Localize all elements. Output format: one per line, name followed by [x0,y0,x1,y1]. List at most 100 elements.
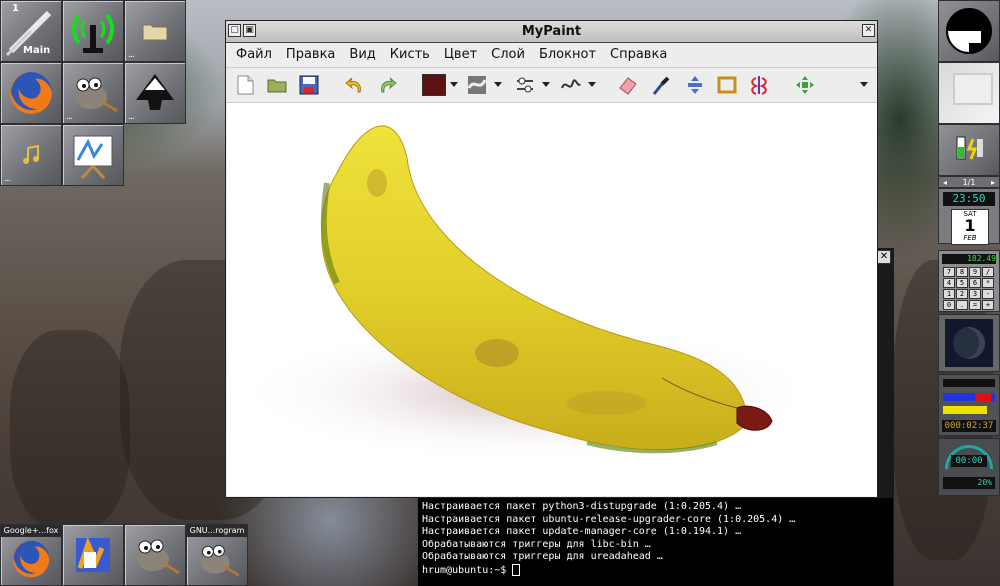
background-window-close-button[interactable]: ✕ [877,250,891,264]
firefox-icon [12,540,50,577]
calc-key[interactable]: * [982,278,994,288]
line-mode-dropdown-icon[interactable] [588,82,596,87]
pan-icon[interactable] [684,74,706,96]
title-bar[interactable]: ▢ ▣ MyPaint ✕ [226,21,877,43]
undo-icon[interactable] [344,74,366,96]
pager[interactable]: ◂ 1/1 ▸ [938,176,1000,188]
dock-calculator[interactable]: 182.49 7 8 9/ 4 5 6 * 1 2 3- 0. = + [938,250,1000,312]
firefox-launcher[interactable] [0,62,62,124]
meter-time: 00:00 [951,455,987,467]
menu-view[interactable]: Вид [342,43,382,67]
network-tile[interactable] [62,0,124,62]
calc-key[interactable]: 3 [969,289,981,299]
menu-edit[interactable]: Правка [279,43,342,67]
line-mode-icon[interactable] [560,74,582,96]
pager-prev-icon[interactable]: ◂ [943,177,947,188]
music-launcher[interactable]: ... [0,124,62,186]
dock-clock: 23:50 SAT 1 FEB [938,188,1000,245]
moon-panel [945,319,993,367]
folder-tile[interactable]: ... [124,0,186,62]
dock-desktop-tile[interactable] [938,62,1000,124]
terminal-prompt-line[interactable]: hrum@ubuntu:~$ [418,563,893,578]
save-icon[interactable] [298,74,320,96]
brush-dropdown-icon[interactable] [494,82,502,87]
gimp-window-icon[interactable] [124,524,186,586]
mypaint-launcher[interactable] [62,124,124,186]
pager-next-icon[interactable]: ▸ [991,177,995,188]
calc-key[interactable]: - [982,289,994,299]
frame-icon[interactable] [716,74,738,96]
menu-bar: Файл Правка Вид Кисть Цвет Слой Блокнот Справка [226,43,877,68]
color-swatch-icon[interactable] [422,74,446,96]
terminal-window[interactable]: Настраивается пакет python3-distupgrade … [418,498,893,586]
calc-display: 182.49 [942,254,996,264]
calendar-icon: SAT 1 FEB [951,209,989,245]
calc-key[interactable]: 8 [956,267,968,277]
menu-color[interactable]: Цвет [437,43,484,67]
calc-key[interactable]: 9 [969,267,981,277]
modifiers-dropdown-icon[interactable] [542,82,550,87]
color-dropdown-icon[interactable] [450,82,458,87]
menu-help[interactable]: Справка [603,43,674,67]
gimp-icon [137,539,180,575]
calc-key[interactable]: 7 [943,267,955,277]
window-title: MyPaint [521,24,582,39]
terminal-line: Настраивается пакет python3-distupgrade … [422,501,742,512]
menu-brush[interactable]: Кисть [383,43,437,67]
moon-icon [953,327,985,359]
calc-key[interactable]: 0 [943,300,955,310]
calc-key[interactable]: 2 [956,289,968,299]
brush-icon[interactable] [466,74,488,96]
dock-battery-tile[interactable] [938,124,1000,176]
drawing-canvas[interactable] [227,103,877,496]
bar-blue [943,393,995,401]
calc-keypad[interactable]: 7 8 9/ 4 5 6 * 1 2 3- 0. = + [943,267,997,310]
brush-modifiers-icon[interactable] [514,74,536,96]
wireless-antenna-icon [71,13,115,53]
view-icon[interactable] [794,74,816,96]
firefox-window-icon[interactable]: Google+...fox [0,524,62,586]
timer-display: 000:02:37 [942,420,996,432]
dock-timer: 000:02:37 [938,374,1000,436]
open-folder-icon[interactable] [266,74,288,96]
calc-key[interactable]: 6 [969,278,981,288]
window-title: Google+...fox [1,525,61,537]
calc-key[interactable]: / [982,267,994,277]
eraser-icon[interactable] [616,74,638,96]
calc-key[interactable]: 4 [943,278,955,288]
toolbar-overflow-icon[interactable] [860,82,868,87]
menu-scratchpad[interactable]: Блокнот [532,43,603,67]
pager-label: 1/1 [962,178,976,187]
battery-icon [956,136,983,160]
terminal-line: Обрабатываются триггеры для ureadahead … [422,551,663,562]
terminal-cursor [512,563,521,576]
inkscape-launcher[interactable]: ... [124,62,186,124]
clock-time: 23:50 [943,192,995,206]
clock-month: FEB [963,234,977,242]
terminal-line: Настраивается пакет ubuntu-release-upgra… [422,513,796,525]
system-monitor-launcher[interactable] [62,524,124,586]
music-note-icon [23,145,39,164]
calc-key[interactable]: . [956,300,968,310]
calc-key[interactable]: 1 [943,289,955,299]
redo-icon[interactable] [376,74,398,96]
menu-layer[interactable]: Слой [484,43,532,67]
calc-key[interactable]: + [982,300,994,310]
screen-preview-icon [953,73,993,105]
workspace-clip[interactable]: 1 Main [0,0,62,62]
symmetry-icon[interactable] [748,74,770,96]
meter-percent: 20% [943,477,995,489]
bar-yellow [943,406,987,414]
banana-painting [237,125,817,463]
close-button[interactable]: ✕ [862,24,875,37]
wm-settings-icon [76,537,110,572]
gimp-launcher[interactable]: ... [62,62,124,124]
new-document-icon[interactable] [234,74,256,96]
gimp-program-window-icon[interactable]: GNU...rogram [186,524,248,586]
menu-file[interactable]: Файл [226,43,279,67]
dock-main-tile[interactable] [938,0,1000,62]
windowmaker-logo-icon [946,8,992,54]
color-picker-icon[interactable] [650,74,672,96]
calc-key[interactable]: = [969,300,981,310]
calc-key[interactable]: 5 [956,278,968,288]
